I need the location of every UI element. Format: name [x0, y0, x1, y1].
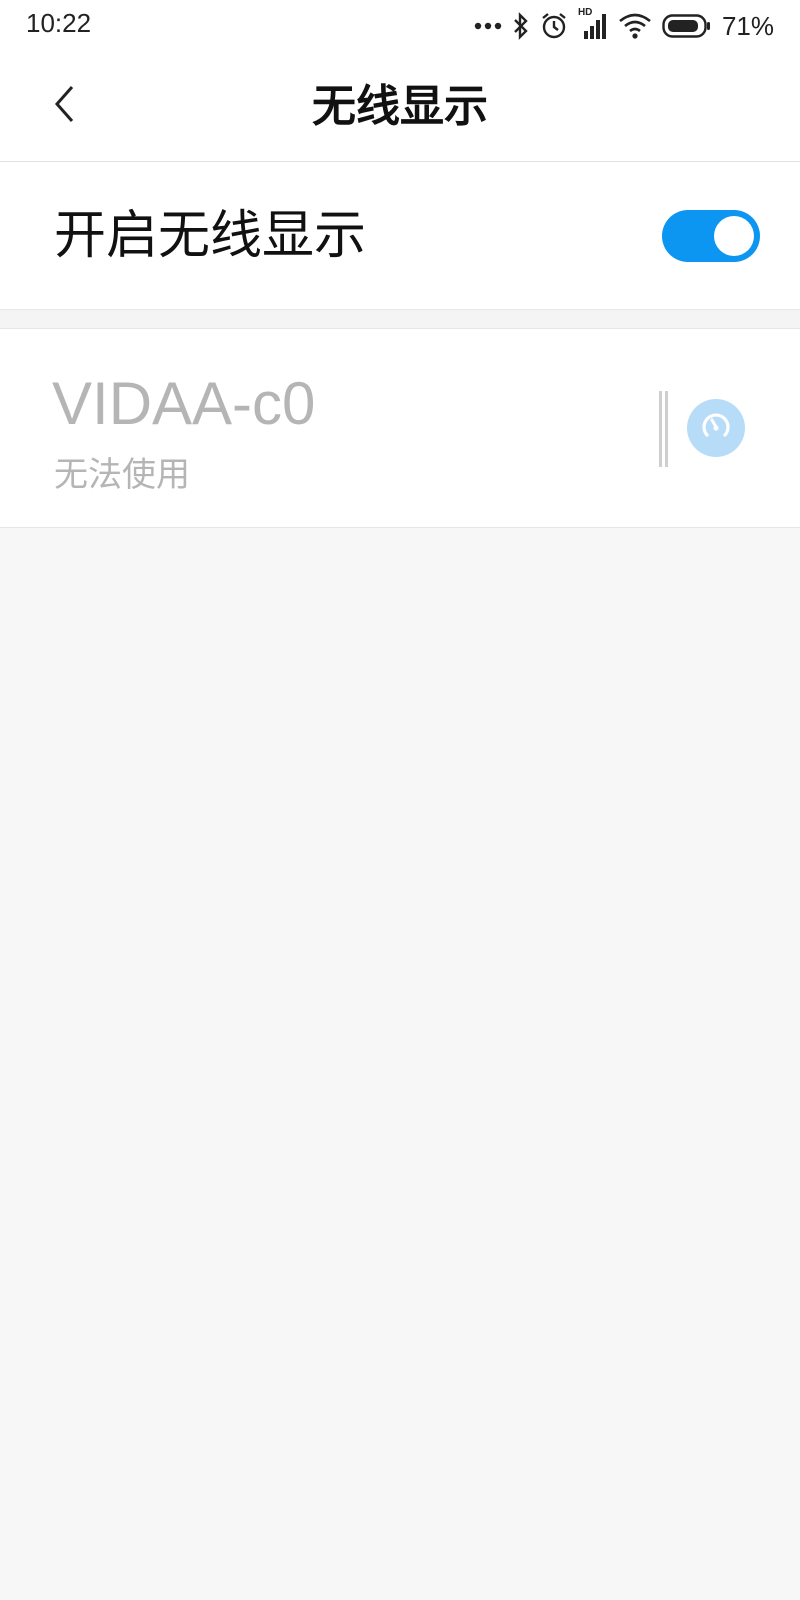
hd-badge: HD [577, 7, 593, 18]
device-list-item[interactable]: VIDAA-c0 无法使用 [0, 328, 800, 528]
empty-area [0, 528, 800, 1600]
back-button[interactable] [40, 78, 90, 134]
header: 无线显示 [0, 52, 800, 162]
wireless-display-switch[interactable] [662, 210, 760, 262]
wireless-display-toggle-row[interactable]: 开启无线显示 [0, 162, 800, 310]
device-name: VIDAA-c0 [52, 370, 316, 437]
chevron-left-icon [52, 84, 78, 128]
page-title: 无线显示 [312, 81, 488, 132]
toggle-label: 开启无线显示 [54, 206, 367, 266]
battery-icon [662, 13, 712, 39]
device-status: 无法使用 [54, 455, 190, 495]
alarm-icon [540, 12, 568, 40]
speedometer-icon [699, 409, 733, 447]
battery-percent: 71% [721, 10, 774, 41]
device-action-button[interactable] [687, 399, 745, 457]
status-time: 10:22 [26, 8, 92, 38]
status-icons: HD 71% [474, 7, 774, 44]
switch-knob [714, 216, 754, 256]
vertical-divider [658, 391, 670, 467]
bluetooth-icon [512, 12, 530, 40]
status-bar: 10:22 HD 71% [0, 0, 800, 52]
screen: 10:22 HD 71% 无线显示 开启无线显示 VIDAA-c0 无法使用 [0, 0, 800, 1600]
signal-icon: HD [578, 7, 608, 41]
wifi-icon [618, 12, 652, 40]
more-dots-icon [474, 21, 502, 31]
section-gap [0, 310, 800, 328]
